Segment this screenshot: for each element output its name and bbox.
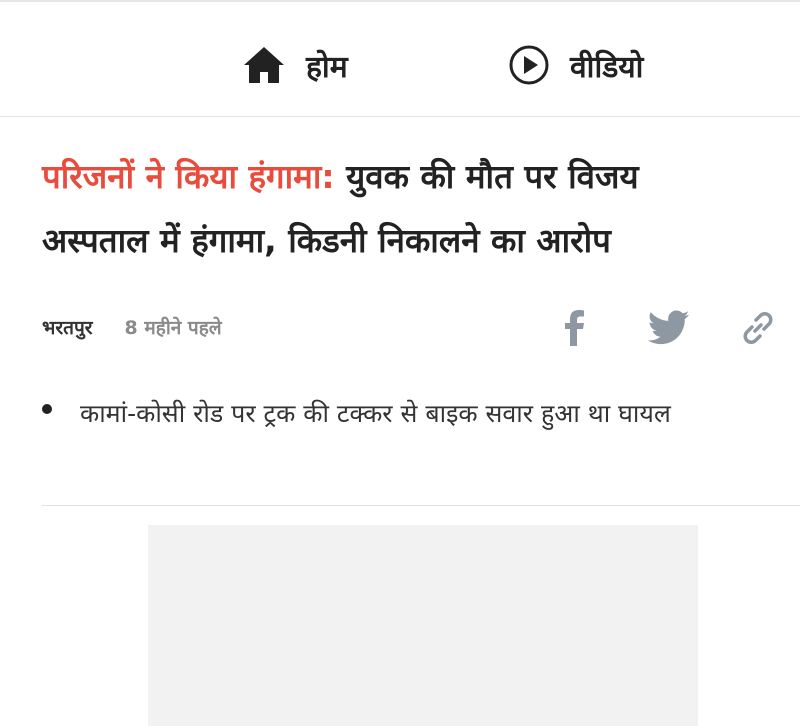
nav-video-label: वीडियो (570, 49, 644, 85)
ad-placeholder (148, 525, 698, 726)
top-nav: होम वीडियो (0, 2, 800, 117)
headline-line-2: अस्पताल में हंगामा, किडनी निकालने का आरो… (42, 221, 611, 260)
divider (42, 505, 800, 506)
headline-text: युवक की मौत पर विजय (346, 157, 639, 196)
home-icon (244, 47, 284, 83)
nav-home[interactable]: होम (242, 40, 348, 90)
city-tag[interactable]: भरतपुर (42, 314, 93, 340)
summary-text: कामां-कोसी रोड पर ट्रक की टक्कर से बाइक … (80, 399, 671, 428)
share-twitter-button[interactable] (648, 307, 690, 349)
link-icon (743, 312, 773, 344)
play-circle-icon (509, 45, 549, 85)
headline-highlight: परिजनों ने किया हंगामा: (42, 157, 335, 196)
headline-line-1: परिजनों ने किया हंगामा: युवक की मौत पर व… (42, 145, 800, 209)
copy-link-button[interactable] (738, 307, 778, 349)
headline[interactable]: परिजनों ने किया हंगामा: युवक की मौत पर व… (42, 145, 800, 273)
nav-video[interactable]: वीडियो (508, 40, 643, 90)
bullet-dot (42, 404, 52, 414)
twitter-icon (648, 310, 690, 345)
facebook-icon (565, 310, 584, 346)
publish-time: 8 महीने पहले (124, 317, 222, 339)
nav-home-label: होम (306, 49, 348, 85)
share-facebook-button[interactable] (560, 307, 590, 349)
